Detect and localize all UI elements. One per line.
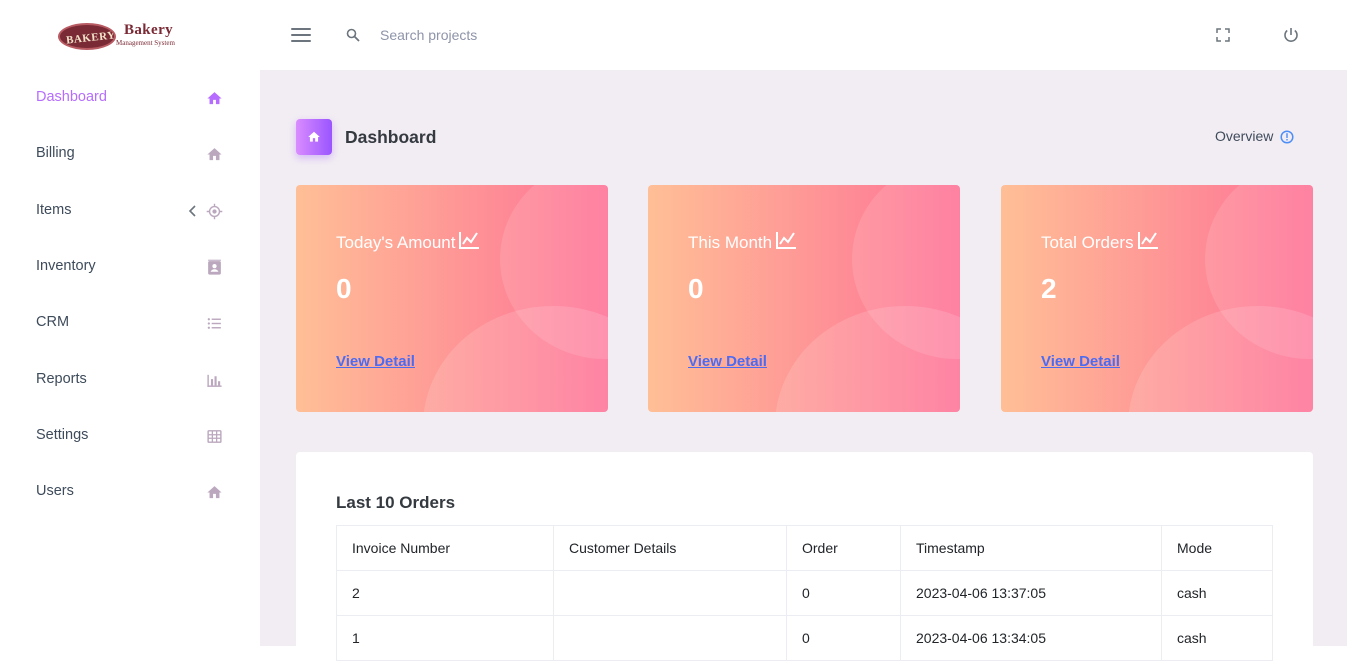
orders-title: Last 10 Orders	[336, 493, 456, 512]
chart-line-icon	[776, 232, 797, 249]
card-title: Total Orders	[1041, 231, 1159, 253]
logo-subtitle: Management System	[116, 39, 175, 47]
sidebar-item-label: Settings	[36, 427, 89, 443]
menu-toggle-icon[interactable]	[291, 28, 311, 42]
column-header: Timestamp	[900, 525, 1162, 571]
table-row: 2 0 2023-04-06 13:37:05 cash	[336, 570, 1273, 616]
column-header: Order	[786, 525, 901, 571]
card-title-text: This Month	[688, 233, 773, 252]
sidebar-item-reports[interactable]: Reports	[0, 352, 260, 408]
table-cell: 2023-04-06 13:37:05	[900, 570, 1162, 616]
power-icon[interactable]	[1282, 26, 1300, 44]
chevron-left-icon	[188, 205, 196, 217]
chart-line-icon	[459, 232, 480, 249]
card-title: This Month	[688, 231, 797, 253]
chart-line-icon	[1137, 232, 1158, 249]
sidebar-item-label: CRM	[36, 314, 70, 330]
search-icon	[346, 28, 360, 42]
table-cell: 0	[786, 570, 901, 616]
page-title: Dashboard	[345, 127, 437, 147]
stat-card-total-orders: Total Orders 2 View Detail	[1001, 185, 1313, 412]
table-cell	[553, 615, 787, 661]
card-value: 0	[688, 273, 704, 304]
stat-card-this-month: This Month 0 View Detail	[648, 185, 960, 412]
card-value: 2	[1041, 273, 1057, 304]
sidebar-item-items[interactable]: Items	[0, 183, 260, 239]
orders-table: Invoice Number Customer Details Order Ti…	[336, 525, 1273, 661]
home-icon	[207, 486, 222, 499]
sidebar-item-label: Billing	[36, 145, 75, 161]
view-detail-link[interactable]: View Detail	[1041, 353, 1120, 370]
fullscreen-icon[interactable]	[1215, 27, 1231, 43]
sidebar: Dashboard Billing Items Inventory CRM Re…	[0, 70, 260, 646]
brand-logo[interactable]: BAKERY Bakery Management System	[58, 20, 208, 52]
column-header: Mode	[1161, 525, 1273, 571]
search-input[interactable]	[380, 24, 640, 46]
card-title-text: Total Orders	[1041, 233, 1134, 252]
table-header-row: Invoice Number Customer Details Order Ti…	[336, 525, 1273, 571]
column-header: Customer Details	[553, 525, 787, 571]
chart-bar-icon	[207, 374, 222, 387]
sidebar-item-crm[interactable]: CRM	[0, 295, 260, 351]
column-header: Invoice Number	[336, 525, 554, 571]
view-detail-link[interactable]: View Detail	[336, 353, 415, 370]
logo-title: Bakery	[124, 22, 174, 38]
top-navbar: BAKERY Bakery Management System	[0, 0, 1347, 70]
table-cell: 2023-04-06 13:34:05	[900, 615, 1162, 661]
orders-card: Last 10 Orders Invoice Number Customer D…	[296, 452, 1313, 672]
card-title-text: Today's Amount	[336, 233, 456, 252]
logo-badge: BAKERY	[58, 23, 116, 50]
home-icon	[308, 131, 320, 142]
page-title-badge	[296, 119, 332, 155]
sidebar-item-users[interactable]: Users	[0, 464, 260, 520]
table-row: 1 0 2023-04-06 13:34:05 cash	[336, 615, 1273, 661]
home-icon	[207, 92, 222, 105]
table-cell: cash	[1161, 570, 1273, 616]
table-cell: 2	[336, 570, 554, 616]
format-list-bulleted-icon	[207, 318, 221, 329]
sidebar-item-settings[interactable]: Settings	[0, 408, 260, 464]
table-cell: 0	[786, 615, 901, 661]
crosshairs-icon	[206, 203, 223, 220]
sidebar-item-label: Inventory	[36, 258, 96, 274]
table-cell: 1	[336, 615, 554, 661]
sidebar-item-label: Reports	[36, 371, 87, 387]
info-circle-icon	[1280, 130, 1294, 144]
table-cell	[553, 570, 787, 616]
card-title: Today's Amount	[336, 231, 480, 253]
sidebar-item-billing[interactable]: Billing	[0, 126, 260, 182]
sidebar-item-label: Items	[36, 202, 72, 218]
sidebar-item-label: Dashboard	[36, 89, 107, 105]
table-large-icon	[207, 430, 222, 443]
stat-card-today-amount: Today's Amount 0 View Detail	[296, 185, 608, 412]
contacts-icon	[208, 259, 221, 275]
table-cell: cash	[1161, 615, 1273, 661]
sidebar-item-dashboard[interactable]: Dashboard	[0, 70, 260, 126]
overview-label: Overview	[1215, 128, 1274, 144]
home-icon	[207, 148, 222, 161]
sidebar-item-label: Users	[36, 483, 74, 499]
logo-badge-text: BAKERY	[65, 29, 116, 47]
main-content: Dashboard Overview Today's Amount 0 View…	[260, 70, 1347, 672]
card-value: 0	[336, 273, 352, 304]
view-detail-link[interactable]: View Detail	[688, 353, 767, 370]
sidebar-item-inventory[interactable]: Inventory	[0, 239, 260, 295]
